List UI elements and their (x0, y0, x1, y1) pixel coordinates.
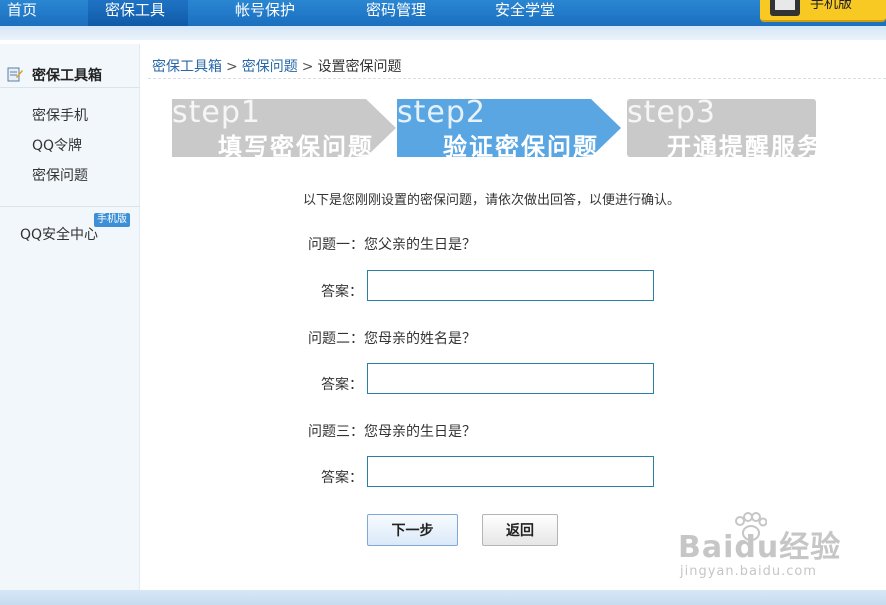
answer-2-input[interactable] (367, 363, 654, 394)
bottom-bar (0, 590, 886, 605)
question-3-label: 问题三：您母亲的生日是？ (308, 424, 476, 440)
step-1-number: step1 (172, 95, 261, 130)
mobile-version-badge[interactable]: 手机版 (760, 0, 886, 22)
nav-item-password-management[interactable]: 密码管理 (366, 0, 446, 26)
step-1-label: 填写密保问题 (218, 133, 374, 161)
sidebar-item-security-questions[interactable]: 密保问题 (32, 165, 88, 185)
step-3: step3 开通提醒服务 (627, 95, 821, 161)
answer-2-label: 答案： (321, 377, 363, 393)
breadcrumb: 密保工具箱 > 密保问题 > 设置密保问题 (152, 56, 401, 76)
next-step-button[interactable]: 下一步 (367, 514, 458, 546)
baidu-watermark: Baidu经验 jingyan.baidu.com (678, 512, 841, 579)
paw-icon (735, 512, 767, 541)
nav-item-security-school[interactable]: 安全学堂 (495, 0, 575, 26)
sidebar-header: 密保工具箱 (0, 62, 140, 88)
breadcrumb-security-questions[interactable]: 密保问题 (242, 59, 298, 75)
answer-3-input[interactable] (367, 456, 654, 487)
back-button[interactable]: 返回 (482, 514, 558, 546)
watermark-url: jingyan.baidu.com (680, 564, 817, 579)
nav-subbar (0, 26, 886, 40)
breadcrumb-current: 设置密保问题 (317, 59, 402, 75)
sidebar-item-qq-security-center[interactable]: QQ安全中心 (20, 224, 98, 244)
step-2-label: 验证密保问题 (443, 133, 599, 161)
answer-1-input[interactable] (367, 270, 654, 301)
nav-item-home[interactable]: 首页 (0, 0, 48, 26)
step-3-label: 开通提醒服务 (667, 133, 823, 161)
breadcrumb-separator: > (226, 59, 238, 75)
sidebar-item-qq-token[interactable]: QQ令牌 (32, 135, 82, 155)
breadcrumb-separator: > (301, 59, 314, 75)
breadcrumb-security-toolbox[interactable]: 密保工具箱 (152, 59, 222, 75)
sidebar-title: 密保工具箱 (32, 68, 102, 84)
sidebar-item-security-phone[interactable]: 密保手机 (32, 105, 88, 125)
toolbox-icon (7, 67, 23, 82)
answer-3-label: 答案： (321, 470, 363, 486)
sidebar-divider (0, 206, 140, 207)
answer-1-label: 答案： (321, 284, 363, 300)
mobile-version-label: 手机版 (810, 0, 852, 12)
mobile-tag-badge: 手机版 (94, 213, 130, 227)
nav-item-security-tools[interactable]: 密保工具 (88, 0, 188, 26)
top-nav: 首页 密保工具 帐号保护 密码管理 安全学堂 手机版 (0, 0, 886, 26)
intro-text: 以下是您刚刚设置的密保问题，请依次做出回答，以便进行确认。 (303, 193, 681, 208)
step-2-number: step2 (397, 95, 486, 130)
question-2-label: 问题二：您母亲的姓名是？ (308, 331, 476, 347)
nav-item-account-protection[interactable]: 帐号保护 (235, 0, 315, 26)
step-2: step2 验证密保问题 (397, 95, 621, 161)
step-3-number: step3 (627, 95, 716, 130)
question-1-label: 问题一：您父亲的生日是？ (308, 237, 476, 253)
breadcrumb-divider (148, 78, 886, 79)
sidebar: 密保工具箱 密保手机 QQ令牌 密保问题 QQ安全中心 手机版 (0, 44, 140, 590)
step-1: step1 填写密保问题 (172, 95, 396, 161)
phone-icon (770, 0, 800, 16)
